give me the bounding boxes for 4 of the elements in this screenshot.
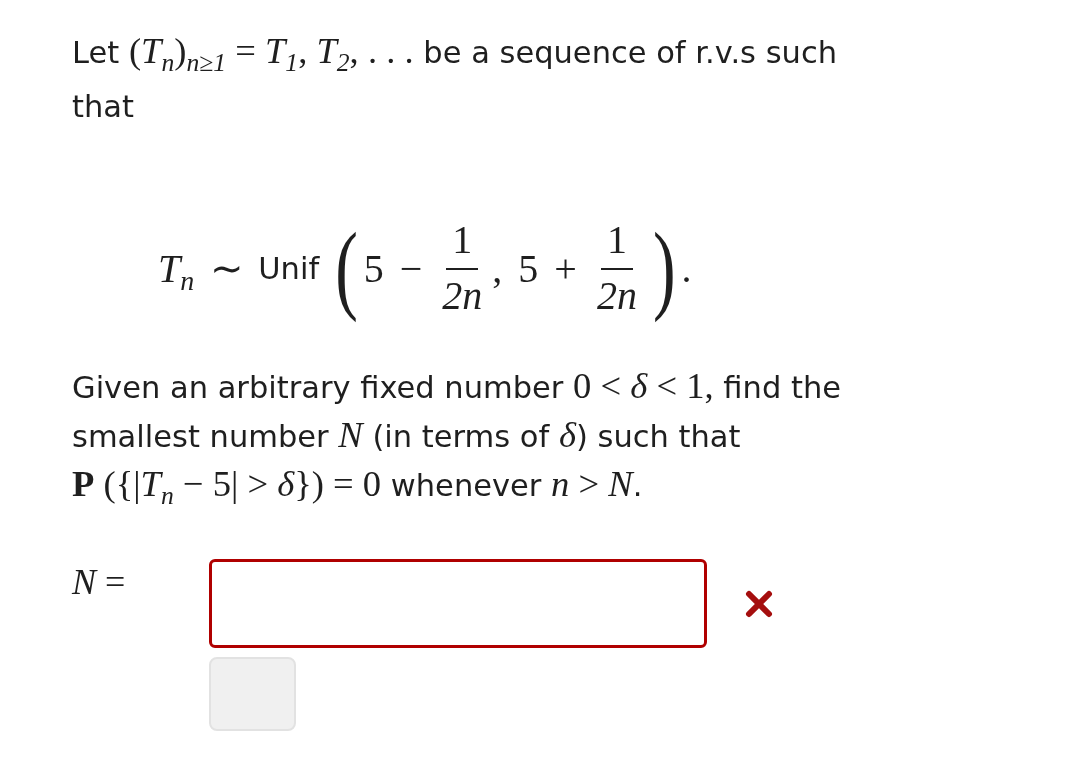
- answer-field[interactable]: [209, 559, 707, 648]
- answer-label: N =: [72, 561, 127, 604]
- question-text: Given an arbitrary fixed number 0 < δ < 1, find the smallest number N (in terms of δ) such that P ({|T$_{n}$ − 5| > δ}) = 0 whenever n > N.: [72, 364, 843, 509]
- intro-text: Let (T$_{n}$)$_{n≥1}$ = T$_{1}$, T$_{2}$, . . . be a sequence of r.v.s such that: [72, 29, 838, 126]
